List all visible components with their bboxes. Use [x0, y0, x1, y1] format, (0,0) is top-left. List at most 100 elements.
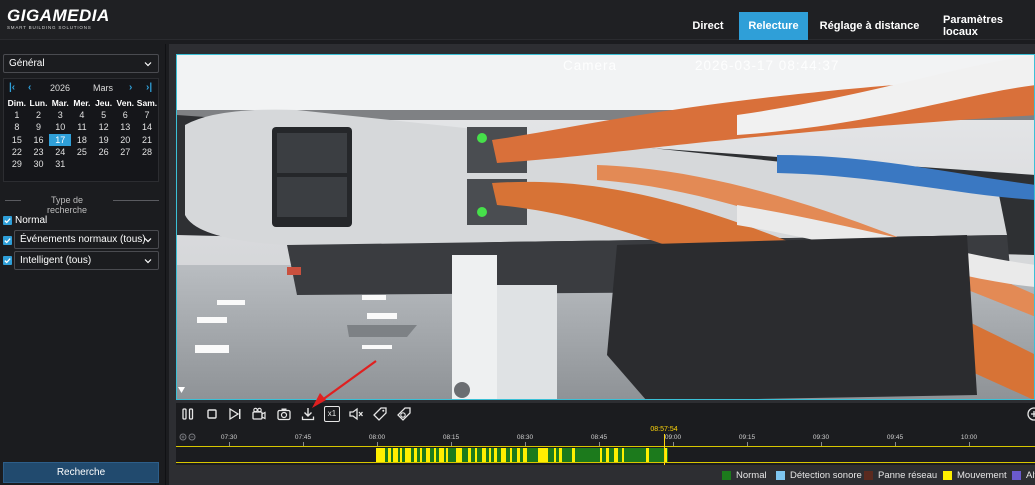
legend-item: Normal — [722, 470, 767, 481]
red-arrow-annotation — [312, 360, 377, 408]
calendar-day[interactable]: 2 — [28, 109, 50, 121]
calendar-day[interactable]: 10 — [49, 121, 71, 133]
video-player[interactable]: Camera 2026-03-17 08:44:37 — [176, 54, 1035, 400]
calendar-day[interactable]: 16 — [28, 134, 50, 146]
recording-segment-motion[interactable] — [646, 448, 649, 462]
calendar-day[interactable]: 28 — [136, 146, 158, 158]
calendar-day[interactable]: 22 — [6, 146, 28, 158]
search-button[interactable]: Recherche — [3, 462, 159, 483]
recording-segment-motion[interactable] — [388, 448, 391, 462]
calendar-day[interactable]: 29 — [6, 158, 28, 170]
tab-relecture[interactable]: Relecture — [739, 12, 808, 40]
tab-direct[interactable]: Direct — [683, 12, 733, 40]
recording-segment-motion[interactable] — [393, 448, 398, 462]
calendar-day[interactable]: 18 — [71, 134, 93, 146]
calendar-day[interactable]: 13 — [114, 121, 136, 133]
calendar-day[interactable]: 8 — [6, 121, 28, 133]
calendar-day[interactable]: 17 — [49, 133, 72, 146]
recording-segment-motion[interactable] — [439, 448, 444, 462]
tag-search-icon[interactable] — [396, 406, 412, 422]
timeline-tick-label: 09:30 — [812, 434, 830, 441]
checkbox-evenements-normaux[interactable] — [3, 236, 12, 245]
calendar-day[interactable]: 20 — [114, 134, 136, 146]
recording-segment-motion[interactable] — [510, 448, 512, 462]
recording-segment-motion[interactable] — [600, 448, 602, 462]
record-clip-icon[interactable] — [251, 406, 267, 422]
calendar-day[interactable]: 31 — [49, 158, 71, 170]
snapshot-icon[interactable] — [276, 406, 292, 422]
recording-segment-motion[interactable] — [405, 448, 411, 462]
zoom-in-icon[interactable] — [1026, 406, 1035, 422]
calendar-day[interactable]: 26 — [93, 146, 115, 158]
calendar-day[interactable]: 19 — [93, 134, 115, 146]
calendar-year: 2026 — [50, 83, 71, 93]
recording-segment-motion[interactable] — [446, 448, 448, 462]
recording-segment-motion[interactable] — [554, 448, 556, 462]
calendar-day[interactable]: 6 — [114, 109, 136, 121]
calendar-day[interactable]: 27 — [114, 146, 136, 158]
tab-parametres-locaux[interactable]: Paramètres locaux — [934, 12, 1035, 40]
recording-segment-motion[interactable] — [622, 448, 624, 462]
chevron-left-icon[interactable]: ‹ — [28, 82, 31, 93]
tab-reglage-a-distance[interactable]: Réglage à distance — [815, 12, 924, 40]
timeline-tick-label: 08:15 — [442, 434, 460, 441]
stop-icon[interactable] — [204, 406, 220, 422]
channel-select[interactable]: Général — [3, 54, 159, 73]
checkbox-intelligent[interactable] — [3, 256, 12, 265]
checkbox-normal[interactable] — [3, 216, 12, 225]
recording-segment-motion[interactable] — [426, 448, 430, 462]
intelligent-select[interactable]: Intelligent (tous) — [14, 251, 159, 270]
recording-segment-motion[interactable] — [523, 448, 527, 462]
recording-segment-motion[interactable] — [420, 448, 422, 462]
legend-swatch — [722, 471, 731, 480]
calendar-day[interactable]: 14 — [136, 121, 158, 133]
calendar-day[interactable]: 11 — [71, 121, 93, 133]
evenements-normaux-select[interactable]: Événements normaux (tous) — [14, 230, 159, 249]
double-chevron-left-icon[interactable]: |‹ — [9, 82, 15, 93]
recording-segment-motion[interactable] — [572, 448, 575, 462]
recording-segment-motion[interactable] — [468, 448, 471, 462]
calendar-day[interactable]: 9 — [28, 121, 50, 133]
timeline-tick-label: 07:45 — [294, 434, 312, 441]
next-frame-icon[interactable] — [227, 406, 243, 422]
calendar-day[interactable]: 24 — [49, 146, 71, 158]
timeline-bar[interactable] — [176, 446, 1035, 463]
calendar-day[interactable]: 30 — [28, 158, 50, 170]
recording-segment-motion[interactable] — [494, 448, 497, 462]
double-chevron-right-icon[interactable]: ›| — [146, 82, 152, 93]
calendar-day[interactable]: 12 — [93, 121, 115, 133]
recording-segment-motion[interactable] — [400, 448, 402, 462]
calendar-day[interactable]: 23 — [28, 146, 50, 158]
recording-segment-motion[interactable] — [482, 448, 486, 462]
recording-segment-motion[interactable] — [538, 448, 548, 462]
recording-segment-motion[interactable] — [606, 448, 609, 462]
recording-segment-motion[interactable] — [475, 448, 477, 462]
recording-segment-motion[interactable] — [434, 448, 436, 462]
calendar-day[interactable]: 1 — [6, 109, 28, 121]
chevron-right-icon[interactable]: › — [129, 82, 132, 93]
recording-segment-motion[interactable] — [414, 448, 417, 462]
pause-icon[interactable] — [180, 406, 196, 422]
calendar-day[interactable]: 25 — [71, 146, 93, 158]
divider — [113, 200, 159, 201]
timeline-zoom-icons[interactable] — [179, 433, 201, 442]
calendar-day[interactable]: 5 — [93, 109, 115, 121]
recording-segment-motion[interactable] — [489, 448, 491, 462]
channel-select-value: Général — [9, 58, 45, 69]
playhead[interactable] — [664, 434, 665, 465]
recording-segment-motion[interactable] — [501, 448, 506, 462]
recording-segment-motion[interactable] — [456, 448, 462, 462]
recording-segment-motion[interactable] — [614, 448, 618, 462]
calendar-day[interactable]: 15 — [6, 134, 28, 146]
calendar-day[interactable]: 21 — [136, 134, 158, 146]
calendar-weekday: Dim. — [7, 98, 27, 108]
legend-swatch — [943, 471, 952, 480]
timeline-tick-label: 07:30 — [220, 434, 238, 441]
calendar-day[interactable]: 4 — [71, 109, 93, 121]
recording-segment-motion[interactable] — [517, 448, 520, 462]
calendar-day[interactable]: 7 — [136, 109, 158, 121]
recording-segment-motion[interactable] — [559, 448, 562, 462]
timeline[interactable]: 08:57:54 07:30 07:45 08:00 08:15 08:30 08:45 0… — [176, 425, 1035, 465]
recording-segment-motion[interactable] — [376, 448, 385, 462]
calendar-day[interactable]: 3 — [49, 109, 71, 121]
